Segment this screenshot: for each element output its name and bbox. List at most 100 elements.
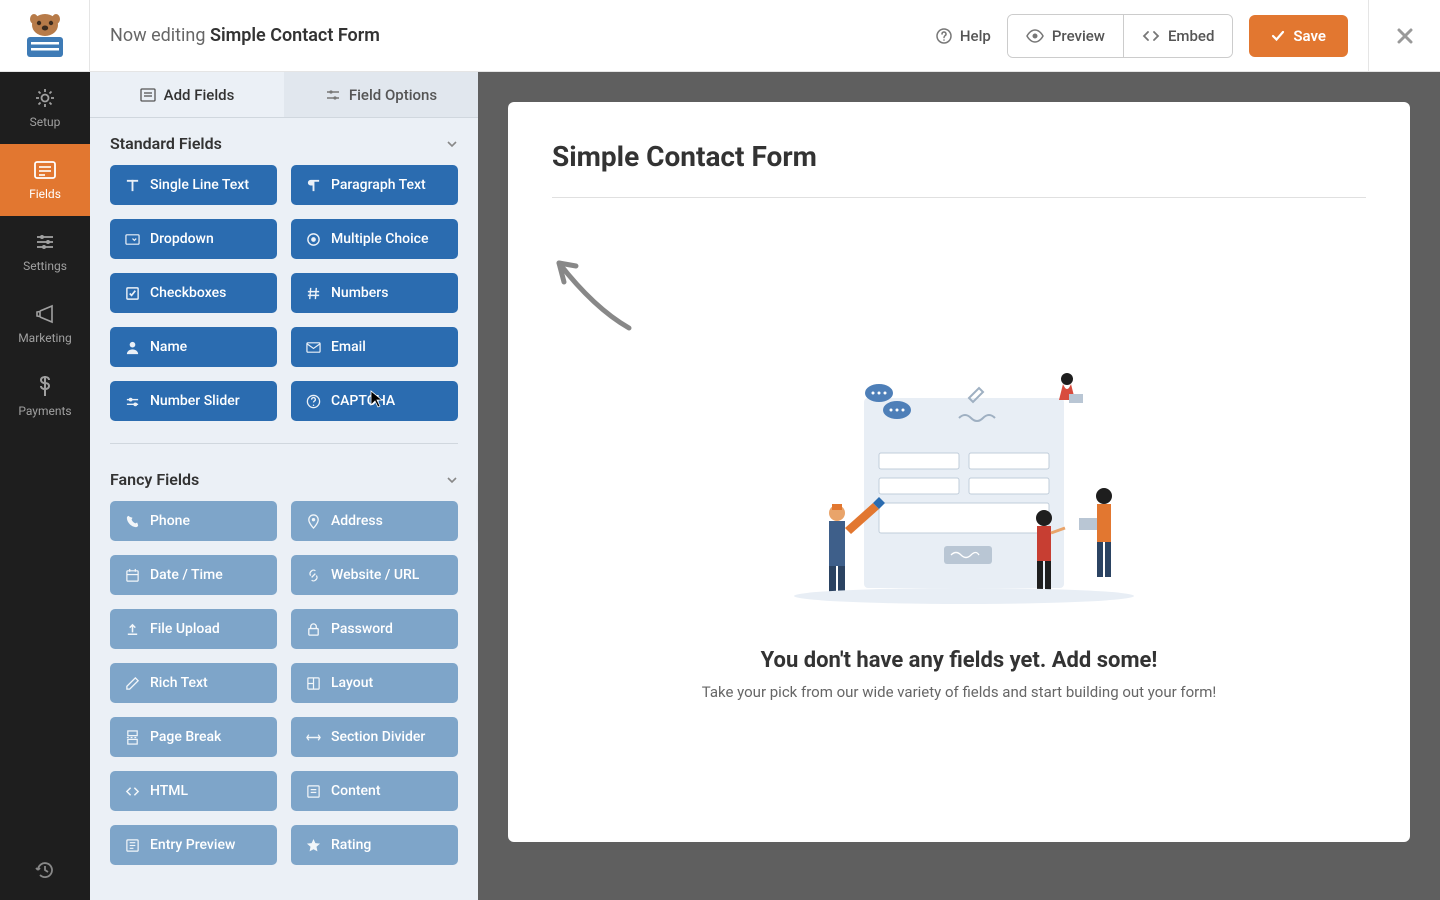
field-date-time[interactable]: Date / Time bbox=[110, 555, 277, 595]
arrow-hint-icon bbox=[544, 248, 644, 338]
user-icon bbox=[124, 340, 140, 355]
help-icon bbox=[936, 28, 952, 44]
field-label: Rich Text bbox=[150, 675, 208, 691]
form-icon bbox=[33, 159, 57, 181]
field-checkboxes[interactable]: Checkboxes bbox=[110, 273, 277, 313]
chevron-down-icon bbox=[446, 476, 458, 484]
megaphone-icon bbox=[34, 303, 56, 325]
field-numbers[interactable]: Numbers bbox=[291, 273, 458, 313]
tab-field-options[interactable]: Field Options bbox=[284, 72, 478, 117]
field-page-break[interactable]: Page Break bbox=[110, 717, 277, 757]
list-icon bbox=[140, 88, 156, 102]
field-password[interactable]: Password bbox=[291, 609, 458, 649]
field-label: File Upload bbox=[150, 621, 220, 637]
field-label: Page Break bbox=[150, 729, 221, 745]
field-dropdown[interactable]: Dropdown bbox=[110, 219, 277, 259]
field-layout[interactable]: Layout bbox=[291, 663, 458, 703]
gear-icon bbox=[34, 87, 56, 109]
divider-icon bbox=[305, 730, 321, 745]
pin-icon bbox=[305, 514, 321, 529]
field-label: Single Line Text bbox=[150, 177, 249, 193]
star-icon bbox=[305, 838, 321, 853]
field-multiple-choice[interactable]: Multiple Choice bbox=[291, 219, 458, 259]
field-file-upload[interactable]: File Upload bbox=[110, 609, 277, 649]
top-actions: Help Preview Embed Save bbox=[936, 14, 1368, 58]
nav-marketing[interactable]: Marketing bbox=[0, 288, 90, 360]
field-rich-text[interactable]: Rich Text bbox=[110, 663, 277, 703]
section-header[interactable]: Fancy Fields bbox=[90, 454, 478, 501]
field-phone[interactable]: Phone bbox=[110, 501, 277, 541]
field-label: Entry Preview bbox=[150, 837, 235, 853]
close-button[interactable] bbox=[1368, 0, 1440, 72]
radio-icon bbox=[305, 232, 321, 247]
field-single-line-text[interactable]: Single Line Text bbox=[110, 165, 277, 205]
field-address[interactable]: Address bbox=[291, 501, 458, 541]
help-button[interactable]: Help bbox=[936, 27, 991, 45]
field-label: Address bbox=[331, 513, 383, 529]
field-label: Section Divider bbox=[331, 729, 425, 745]
field-label: Phone bbox=[150, 513, 190, 529]
field-email[interactable]: Email bbox=[291, 327, 458, 367]
editing-prefix: Now editing bbox=[110, 25, 210, 46]
nav-payments[interactable]: Payments bbox=[0, 360, 90, 432]
preview-button[interactable]: Preview bbox=[1008, 15, 1123, 57]
field-label: Email bbox=[331, 339, 366, 355]
field-paragraph-text[interactable]: Paragraph Text bbox=[291, 165, 458, 205]
preview-label: Preview bbox=[1052, 27, 1105, 45]
form-name[interactable]: Simple Contact Form bbox=[210, 25, 380, 46]
section-title: Fancy Fields bbox=[110, 470, 199, 489]
field-label: Layout bbox=[331, 675, 373, 691]
field-section-divider[interactable]: Section Divider bbox=[291, 717, 458, 757]
field-label: Password bbox=[331, 621, 393, 637]
pagebreak-icon bbox=[124, 730, 140, 745]
slider-icon bbox=[124, 394, 140, 409]
field-rating[interactable]: Rating bbox=[291, 825, 458, 865]
content-icon bbox=[305, 784, 321, 799]
tab-add-fields-label: Add Fields bbox=[164, 86, 235, 104]
nav-fields[interactable]: Fields bbox=[0, 144, 90, 216]
form-canvas[interactable]: Simple Contact Form bbox=[508, 102, 1410, 842]
tab-add-fields[interactable]: Add Fields bbox=[90, 72, 284, 117]
save-button[interactable]: Save bbox=[1249, 15, 1348, 57]
sliders-small-icon bbox=[325, 88, 341, 102]
field-html[interactable]: HTML bbox=[110, 771, 277, 811]
nav-setup[interactable]: Setup bbox=[0, 72, 90, 144]
form-title[interactable]: Simple Contact Form bbox=[552, 140, 1366, 173]
field-label: Rating bbox=[331, 837, 371, 853]
field-website-url[interactable]: Website / URL bbox=[291, 555, 458, 595]
dropdown-icon bbox=[124, 232, 140, 247]
field-label: HTML bbox=[150, 783, 188, 799]
section-header[interactable]: Standard Fields bbox=[90, 118, 478, 165]
field-label: Paragraph Text bbox=[331, 177, 426, 193]
chevron-down-icon bbox=[446, 140, 458, 148]
field-name[interactable]: Name bbox=[110, 327, 277, 367]
eye-icon bbox=[1026, 29, 1044, 43]
hash-icon bbox=[305, 286, 321, 301]
field-number-slider[interactable]: Number Slider bbox=[110, 381, 277, 421]
field-label: Name bbox=[150, 339, 187, 355]
envelope-icon bbox=[305, 340, 321, 355]
nav-settings-label: Settings bbox=[23, 259, 67, 273]
nav-settings[interactable]: Settings bbox=[0, 216, 90, 288]
embed-label: Embed bbox=[1168, 27, 1214, 45]
field-captcha[interactable]: CAPTCHA bbox=[291, 381, 458, 421]
app-logo[interactable] bbox=[0, 0, 90, 72]
phone-icon bbox=[124, 514, 140, 529]
nav-payments-label: Payments bbox=[18, 404, 71, 418]
field-label: Content bbox=[331, 783, 381, 799]
nav-history[interactable] bbox=[0, 840, 90, 900]
edit-icon bbox=[124, 676, 140, 691]
layout-icon bbox=[305, 676, 321, 691]
paragraph-icon bbox=[305, 178, 321, 193]
close-icon bbox=[1395, 26, 1415, 46]
field-entry-preview[interactable]: Entry Preview bbox=[110, 825, 277, 865]
empty-title: You don't have any fields yet. Add some! bbox=[761, 648, 1158, 673]
wpforms-logo-icon bbox=[19, 13, 71, 59]
history-icon bbox=[34, 859, 56, 881]
embed-button[interactable]: Embed bbox=[1123, 15, 1232, 57]
tab-field-options-label: Field Options bbox=[349, 86, 437, 104]
lock-icon bbox=[305, 622, 321, 637]
field-label: Website / URL bbox=[331, 567, 419, 583]
field-content[interactable]: Content bbox=[291, 771, 458, 811]
nav-fields-label: Fields bbox=[29, 187, 61, 201]
